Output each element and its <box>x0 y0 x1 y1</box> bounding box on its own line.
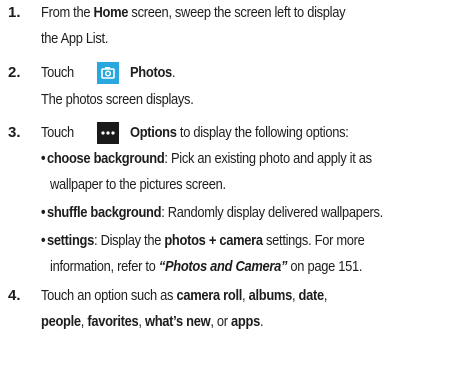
step-2-photos-label: Photos <box>130 64 172 81</box>
step-3-options-text: to display the following options: <box>176 124 349 141</box>
option-settings-photos-camera: photos + camera <box>164 232 263 249</box>
step-1-line-1: From the Home screen, sweep the screen l… <box>41 4 346 22</box>
option-choose-background-label: choose background <box>46 150 165 167</box>
option-settings-desc-a: : Display the <box>93 232 165 249</box>
option-settings: • settings: Display the photos + camera s… <box>41 232 365 250</box>
bullet-icon: • <box>41 204 46 221</box>
option-settings-refer-text: information, refer to <box>50 258 159 275</box>
step-number-1: 1. <box>8 4 21 21</box>
step-3-options-label: Options <box>130 124 177 141</box>
option-choose-background-desc: : Pick an existing photo and apply it as <box>164 150 372 167</box>
option-apps: apps <box>231 313 260 330</box>
step-4-text: Touch an option such as <box>41 287 177 304</box>
step-4-line-2: people, favorites, what’s new, or apps. <box>41 313 264 331</box>
step-number-3: 3. <box>8 124 21 141</box>
step-1-text-b: screen, sweep the screen left to display <box>128 4 346 21</box>
step-1-line-2: the App List. <box>41 30 109 47</box>
option-date: date <box>298 287 325 304</box>
step-1-home-label: Home <box>93 4 129 21</box>
bullet-icon: • <box>41 150 46 167</box>
photos-camera-icon <box>97 62 119 84</box>
option-shuffle-background-desc: : Randomly display delivered wallpapers. <box>161 204 383 221</box>
option-settings-line-2: information, refer to “Photos and Camera… <box>50 258 362 276</box>
photos-and-camera-link[interactable]: “Photos and Camera” <box>159 258 288 275</box>
sep-3: , <box>323 287 328 304</box>
option-albums: albums <box>248 287 293 304</box>
option-settings-page-ref: on page 151. <box>287 258 363 275</box>
step-4-line-1: Touch an option such as camera roll, alb… <box>41 287 327 305</box>
step-2-photos-line: Photos. <box>130 64 175 82</box>
step-number-4: 4. <box>8 287 21 304</box>
step-3-options-line: Options to display the following options… <box>130 124 349 142</box>
option-choose-background-line-2: wallpaper to the pictures screen. <box>50 176 226 193</box>
bullet-icon: • <box>41 232 46 249</box>
step-2-period: . <box>171 64 176 81</box>
option-choose-background: • choose background: Pick an existing pho… <box>41 150 372 168</box>
step-4-end: . <box>259 313 264 330</box>
option-favorites: favorites <box>87 313 139 330</box>
option-shuffle-background-label: shuffle background <box>46 204 162 221</box>
step-2-touch-text: Touch <box>41 64 74 81</box>
option-whats-new: what’s new <box>144 313 211 330</box>
option-settings-desc-b: settings. For more <box>262 232 365 249</box>
instruction-document: 1. From the Home screen, sweep the scree… <box>0 0 472 368</box>
option-people: people <box>41 313 81 330</box>
step-1-text-a: From the <box>41 4 94 21</box>
sep-6: , or <box>210 313 232 330</box>
step-3-touch-text: Touch <box>41 124 74 141</box>
option-camera-roll: camera roll <box>176 287 243 304</box>
option-settings-label: settings <box>46 232 94 249</box>
step-number-2: 2. <box>8 64 21 81</box>
step-2-result: The photos screen displays. <box>41 91 194 108</box>
option-shuffle-background: • shuffle background: Randomly display de… <box>41 204 383 222</box>
options-ellipsis-icon <box>97 122 119 144</box>
